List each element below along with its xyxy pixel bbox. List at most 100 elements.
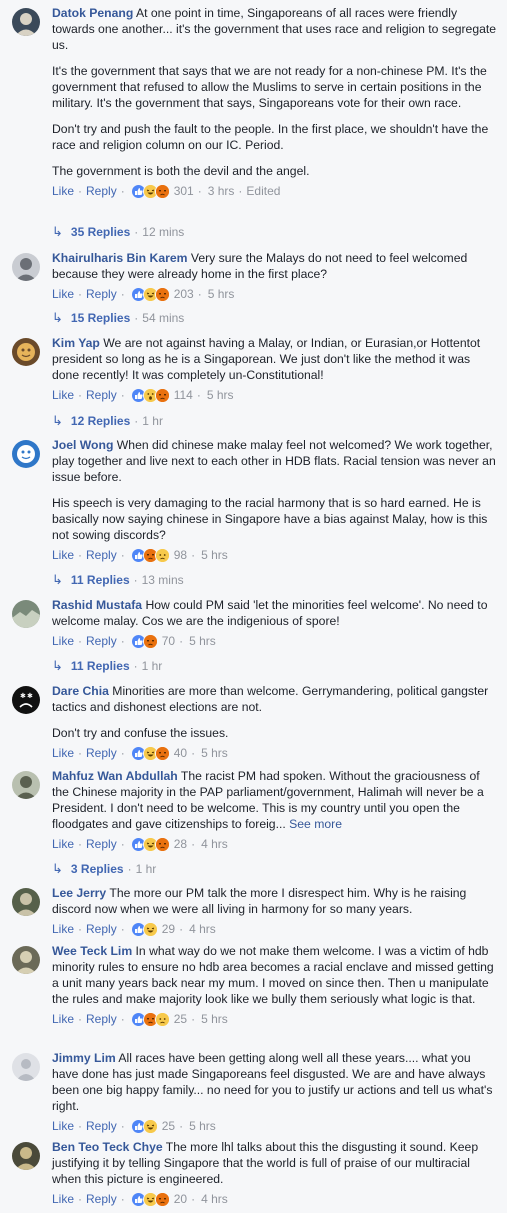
avatar[interactable]	[12, 8, 40, 36]
like-button[interactable]: Like	[52, 921, 74, 937]
avatar[interactable]	[12, 771, 40, 799]
comment-actions: Like · Reply · 40 · 5 hrs	[52, 745, 498, 761]
timestamp[interactable]: 5 hrs	[189, 1118, 216, 1134]
avatar[interactable]	[12, 888, 40, 916]
reaction-count[interactable]: 98	[174, 547, 187, 563]
like-button[interactable]: Like	[52, 836, 74, 852]
reactions-summary[interactable]	[130, 1118, 158, 1134]
see-more-link[interactable]: See more	[289, 817, 342, 831]
reply-button[interactable]: Reply	[86, 1191, 117, 1207]
timestamp[interactable]: 5 hrs	[207, 387, 234, 403]
view-replies-link[interactable]: ↳ 3 Replies · 1 hr	[52, 861, 156, 877]
reply-button[interactable]: Reply	[86, 547, 117, 563]
reactions-summary[interactable]	[130, 1191, 170, 1207]
reaction-count[interactable]: 301	[174, 183, 194, 199]
like-button[interactable]: Like	[52, 1118, 74, 1134]
reaction-count[interactable]: 28	[174, 836, 187, 852]
reactions-summary[interactable]	[130, 921, 158, 937]
like-button[interactable]: Like	[52, 1191, 74, 1207]
separator: ·	[78, 1192, 83, 1206]
like-button[interactable]: Like	[52, 387, 74, 403]
reply-button[interactable]: Reply	[86, 921, 117, 937]
reactions-summary[interactable]	[130, 1011, 170, 1027]
reply-button[interactable]: Reply	[86, 1118, 117, 1134]
avatar[interactable]	[12, 946, 40, 974]
separator: ·	[120, 548, 125, 562]
separator: ·	[191, 548, 196, 562]
reaction-count[interactable]: 25	[162, 1118, 175, 1134]
reactions-summary[interactable]	[130, 387, 170, 403]
timestamp[interactable]: 4 hrs	[201, 836, 228, 852]
like-button[interactable]: Like	[52, 183, 74, 199]
replies-count[interactable]: 3 Replies	[71, 862, 124, 876]
view-replies-link[interactable]: ↳ 11 Replies · 1 hr	[52, 658, 162, 674]
reply-arrow-icon: ↳	[52, 224, 63, 239]
view-replies-link[interactable]: ↳ 12 Replies · 1 hr	[52, 413, 163, 429]
like-button[interactable]: Like	[52, 286, 74, 302]
commenter-name[interactable]: Joel Wong	[52, 438, 113, 452]
commenter-name[interactable]: Dare Chia	[52, 684, 109, 698]
avatar[interactable]	[12, 1142, 40, 1170]
commenter-name[interactable]: Kim Yap	[52, 336, 100, 350]
like-button[interactable]: Like	[52, 633, 74, 649]
replies-count[interactable]: 11 Replies	[71, 659, 130, 673]
separator: ·	[197, 184, 202, 198]
reply-button[interactable]: Reply	[86, 387, 117, 403]
reaction-count[interactable]: 70	[162, 633, 175, 649]
reaction-count[interactable]: 40	[174, 745, 187, 761]
commenter-name[interactable]: Ben Teo Teck Chye	[52, 1140, 163, 1154]
reaction-count[interactable]: 203	[174, 286, 194, 302]
reply-button[interactable]: Reply	[86, 286, 117, 302]
reply-button[interactable]: Reply	[86, 836, 117, 852]
reply-button[interactable]: Reply	[86, 633, 117, 649]
avatar[interactable]: ✱ ✱	[12, 686, 40, 714]
avatar[interactable]	[12, 253, 40, 281]
reactions-summary[interactable]	[130, 745, 170, 761]
reaction-count[interactable]: 114	[174, 387, 193, 403]
timestamp[interactable]: 5 hrs	[189, 633, 216, 649]
avatar[interactable]	[12, 338, 40, 366]
timestamp[interactable]: 5 hrs	[201, 547, 228, 563]
reactions-summary[interactable]	[130, 547, 170, 563]
reply-button[interactable]: Reply	[86, 183, 117, 199]
commenter-name[interactable]: Datok Penang	[52, 6, 133, 20]
commenter-name[interactable]: Khairulharis Bin Karem	[52, 251, 187, 265]
commenter-name[interactable]: Wee Teck Lim	[52, 944, 132, 958]
reactions-summary[interactable]	[130, 286, 170, 302]
commenter-name[interactable]: Lee Jerry	[52, 886, 106, 900]
replies-count[interactable]: 12 Replies	[71, 414, 130, 428]
reactions-summary[interactable]	[130, 836, 170, 852]
commenter-name[interactable]: Mahfuz Wan Abdullah	[52, 769, 178, 783]
angry-reaction-icon	[154, 286, 170, 302]
separator: ·	[78, 922, 83, 936]
reaction-count[interactable]: 25	[174, 1011, 187, 1027]
commenter-name[interactable]: Jimmy Lim	[52, 1051, 116, 1065]
like-button[interactable]: Like	[52, 547, 74, 563]
view-replies-link[interactable]: ↳ 15 Replies · 54 mins	[52, 310, 184, 326]
reactions-summary[interactable]	[130, 183, 170, 199]
reaction-count[interactable]: 29	[162, 921, 175, 937]
timestamp[interactable]: 5 hrs	[201, 745, 228, 761]
view-replies-link[interactable]: ↳ 11 Replies · 13 mins	[52, 572, 184, 588]
reactions-summary[interactable]	[130, 633, 158, 649]
timestamp[interactable]: 4 hrs	[189, 921, 216, 937]
avatar[interactable]	[12, 440, 40, 468]
edited-label[interactable]: Edited	[246, 183, 280, 199]
avatar[interactable]	[12, 600, 40, 628]
like-button[interactable]: Like	[52, 745, 74, 761]
reply-button[interactable]: Reply	[86, 1011, 117, 1027]
replies-count[interactable]: 11 Replies	[71, 573, 130, 587]
timestamp[interactable]: 5 hrs	[201, 1011, 228, 1027]
reaction-count[interactable]: 20	[174, 1191, 187, 1207]
timestamp[interactable]: 5 hrs	[208, 286, 235, 302]
comment-paragraph: His speech is very damaging to the racia…	[52, 495, 498, 543]
commenter-name[interactable]: Rashid Mustafa	[52, 598, 142, 612]
avatar[interactable]	[12, 1053, 40, 1081]
reply-button[interactable]: Reply	[86, 745, 117, 761]
like-button[interactable]: Like	[52, 1011, 74, 1027]
replies-count[interactable]: 15 Replies	[71, 311, 130, 325]
view-replies-link[interactable]: ↳ 35 Replies · 12 mins	[52, 224, 184, 240]
timestamp[interactable]: 4 hrs	[201, 1191, 228, 1207]
timestamp[interactable]: 3 hrs	[208, 183, 235, 199]
replies-count[interactable]: 35 Replies	[71, 225, 130, 239]
